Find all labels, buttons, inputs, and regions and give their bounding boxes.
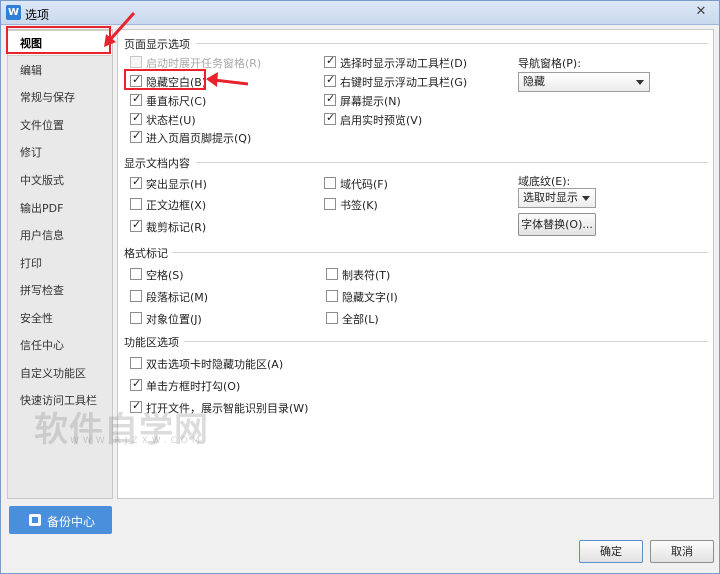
section-title-doc-content: 显示文档内容 <box>124 157 190 170</box>
sidebar-item-file-location[interactable]: 文件位置 <box>8 113 112 139</box>
wps-writer-icon: W <box>6 5 21 20</box>
checkbox-label: 制表符(T) <box>342 269 391 282</box>
field-shading-select[interactable]: 选取时显示 <box>518 188 596 208</box>
sidebar-item-print[interactable]: 打印 <box>8 251 112 277</box>
chevron-down-icon <box>636 80 644 85</box>
section-divider <box>196 162 708 163</box>
sidebar-item-user-info[interactable]: 用户信息 <box>8 223 112 249</box>
sidebar-item-revision[interactable]: 修订 <box>8 140 112 166</box>
checkbox-label: 单击方框时打勾(O) <box>146 380 241 393</box>
sidebar-item-security[interactable]: 安全性 <box>8 306 112 332</box>
checkbox-box[interactable] <box>130 175 142 189</box>
checkbox-box[interactable] <box>130 56 142 68</box>
checkbox-box[interactable] <box>130 111 142 125</box>
checkbox-label: 域代码(F) <box>340 178 388 191</box>
checkbox-label: 右键时显示浮动工具栏(G) <box>340 76 468 89</box>
backup-center-label: 备份中心 <box>47 515 96 529</box>
backup-center-button[interactable]: 备份中心 <box>9 506 112 534</box>
sidebar-item-trust-center[interactable]: 信任中心 <box>8 333 112 359</box>
checkbox-box[interactable] <box>130 377 142 391</box>
section-divider <box>184 341 708 342</box>
checkbox-box[interactable] <box>326 290 338 302</box>
checkbox-label: 正文边框(X) <box>146 199 207 212</box>
annotation-box-hide-blank <box>124 69 206 90</box>
checkbox-label: 书签(K) <box>340 199 378 212</box>
checkbox-box[interactable] <box>130 218 142 232</box>
checkbox-box[interactable] <box>326 268 338 280</box>
sidebar-item-edit[interactable]: 编辑 <box>8 58 112 84</box>
field-shading-value: 选取时显示 <box>523 191 578 204</box>
close-icon[interactable]: ✕ <box>691 4 711 20</box>
checkbox-box[interactable] <box>324 177 336 189</box>
cancel-button[interactable]: 取消 <box>650 540 714 563</box>
section-title-ribbon: 功能区选项 <box>124 336 179 349</box>
checkbox-label: 状态栏(U) <box>146 114 196 127</box>
section-divider <box>196 43 708 44</box>
watermark-url: WWW.RJZXW.COM <box>70 436 204 446</box>
section-divider <box>172 252 708 253</box>
nav-pane-value: 隐藏 <box>523 75 545 88</box>
checkbox-box[interactable] <box>130 129 142 143</box>
checkbox-label: 垂直标尺(C) <box>146 95 207 108</box>
window-title: 选项 <box>25 8 50 22</box>
checkbox-label: 启用实时预览(V) <box>340 114 423 127</box>
annotation-box-view <box>6 26 111 54</box>
checkbox-box[interactable] <box>324 92 336 106</box>
checkbox-label: 选择时显示浮动工具栏(D) <box>340 57 468 70</box>
sidebar-item-chinese-layout[interactable]: 中文版式 <box>8 168 112 194</box>
section-title-format-marks: 格式标记 <box>124 247 168 260</box>
section-title-page-display: 页面显示选项 <box>124 38 190 51</box>
chevron-down-icon <box>582 196 590 201</box>
font-replace-button[interactable]: 字体替换(O)... <box>518 213 596 236</box>
checkbox-label: 进入页眉页脚提示(Q) <box>146 132 252 145</box>
checkbox-box[interactable] <box>324 111 336 125</box>
sidebar-item-customize-ribbon[interactable]: 自定义功能区 <box>8 361 112 387</box>
sidebar-item-spell-check[interactable]: 拼写检查 <box>8 278 112 304</box>
options-dialog: W 选项 ✕ 视图 编辑 常规与保存 文件位置 修订 中文版式 输出PDF 用户… <box>0 0 720 574</box>
sidebar-item-output-pdf[interactable]: 输出PDF <box>8 196 112 222</box>
field-shading-label: 域底纹(E): <box>518 175 571 188</box>
checkbox-box[interactable] <box>324 198 336 210</box>
checkbox-box[interactable] <box>324 73 336 87</box>
checkbox-label: 空格(S) <box>146 269 184 282</box>
checkbox-label: 裁剪标记(R) <box>146 221 207 234</box>
ok-button[interactable]: 确定 <box>579 540 643 563</box>
checkbox-box[interactable] <box>130 357 142 369</box>
checkbox-label: 隐藏文字(I) <box>342 291 398 304</box>
checkbox-box[interactable] <box>130 312 142 324</box>
checkbox-box[interactable] <box>324 54 336 68</box>
checkbox-label: 双击选项卡时隐藏功能区(A) <box>146 358 284 371</box>
nav-pane-label: 导航窗格(P): <box>518 57 581 70</box>
nav-pane-select[interactable]: 隐藏 <box>518 72 650 92</box>
checkbox-box[interactable] <box>130 198 142 210</box>
checkbox-label: 对象位置(J) <box>146 313 202 326</box>
checkbox-box[interactable] <box>130 268 142 280</box>
checkbox-label: 屏幕提示(N) <box>340 95 401 108</box>
checkbox-box[interactable] <box>130 290 142 302</box>
title-bar: W 选项 ✕ <box>1 1 719 25</box>
checkbox-label: 全部(L) <box>342 313 379 326</box>
sidebar-item-general-save[interactable]: 常规与保存 <box>8 85 112 111</box>
checkbox-label: 段落标记(M) <box>146 291 209 304</box>
checkbox-box[interactable] <box>326 312 338 324</box>
checkbox-box[interactable] <box>130 92 142 106</box>
checkbox-label: 突出显示(H) <box>146 178 207 191</box>
backup-icon <box>29 514 41 526</box>
